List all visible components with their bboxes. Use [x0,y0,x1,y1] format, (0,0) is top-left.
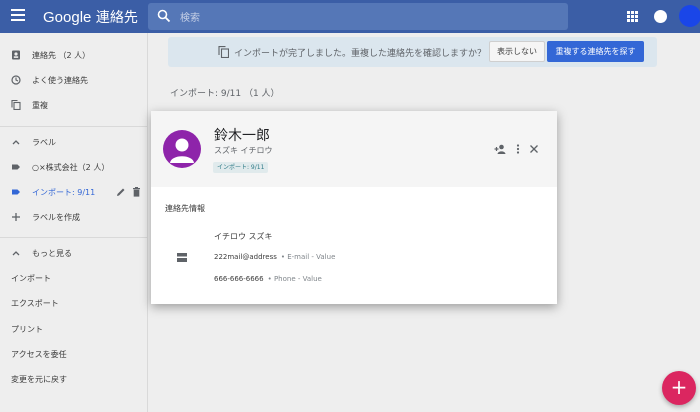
contact-phone-row[interactable]: 666-666-6666 • Phone - Value [214,275,322,283]
notifications-icon[interactable] [654,10,667,23]
label-icon [12,189,20,195]
copy-icon [218,46,229,58]
sidebar-item-label: エクスポート [11,299,59,308]
sidebar-item-create-label[interactable]: ラベルを作成 [0,206,148,228]
sidebar-item-label-company[interactable]: ○×株式会社（2 人） [0,156,148,178]
contact-email-row[interactable]: 222mail@address • E-mail - Value [214,253,335,261]
sidebar-item-label: 変更を元に戻す [11,375,67,384]
contact-detail-card: 鈴木一郎 スズキ イチロウ インポート: 9/11 連絡先情報 イチロウ スズキ… [151,111,557,304]
top-app-bar: Google 連絡先 検索 [0,0,700,33]
copy-icon [11,100,21,110]
sidebar-item-label: インポート [11,274,51,283]
sidebar-item-duplicates[interactable]: 重複 [0,94,148,116]
contact-card-header: 鈴木一郎 スズキ イチロウ インポート: 9/11 [151,111,557,187]
info-card-icon [177,253,187,262]
contact-phone-type: • Phone - Value [267,275,322,283]
close-icon[interactable] [528,143,540,155]
sidebar-labels-header[interactable]: ラベル [0,131,148,153]
sidebar-item-label: よく使う連絡先 [32,76,88,85]
sidebar-more-header[interactable]: もっと見る [0,242,148,264]
sidebar-item-contacts[interactable]: 連絡先 （2 人） [0,44,148,66]
create-contact-fab[interactable]: + [662,371,696,405]
sidebar-item-label: 重複 [32,101,48,110]
chevron-up-icon [12,251,20,256]
person-icon [170,138,194,163]
sidebar-item-label: プリント [11,325,43,334]
sidebar-item-print[interactable]: プリント [0,318,148,340]
sidebar-item-label: ○×株式会社（2 人） [32,163,110,172]
sidebar-item-label: ラベルを作成 [32,213,80,222]
apps-grid-icon[interactable] [627,11,638,22]
sidebar-item-frequent[interactable]: よく使う連絡先 [0,69,148,91]
sidebar-divider [0,126,148,127]
contact-email-type: • E-mail - Value [280,253,336,261]
sidebar-section-label: ラベル [32,138,56,147]
sidebar-item-undo-changes[interactable]: 変更を元に戻す [0,368,148,390]
add-person-icon[interactable] [494,143,506,155]
account-avatar[interactable] [679,5,700,27]
menu-icon[interactable] [11,9,25,23]
contact-label-chip[interactable]: インポート: 9/11 [213,162,269,173]
contact-phone[interactable]: 666-666-6666 [214,275,264,283]
plus-icon [12,213,20,221]
sidebar-section-label: もっと見る [32,249,72,258]
dismiss-button[interactable]: 表示しない [489,41,545,62]
contact-email[interactable]: 222mail@address [214,253,277,261]
sidebar: 連絡先 （2 人） よく使う連絡先 重複 ラベル ○×株式会社（2 人） インポ… [0,33,148,412]
delete-icon[interactable] [132,187,141,197]
brand-google: Google [43,9,92,26]
contact-name: 鈴木一郎 [214,128,270,144]
label-icon [12,164,20,170]
sidebar-item-label: 連絡先 （2 人） [32,51,91,60]
edit-icon[interactable] [116,187,126,197]
sidebar-item-import[interactable]: インポート [0,267,148,289]
banner-message: インポートが完了しました。重複した連絡先を確認しますか？ [234,49,487,59]
contacts-icon [12,50,20,60]
sidebar-item-delegate[interactable]: アクセスを委任 [0,343,148,365]
search-input[interactable]: 検索 [180,9,200,24]
search-icon [157,9,171,23]
contact-phonetic-name: スズキ イチロウ [214,146,273,155]
sidebar-item-label: アクセスを委任 [11,350,67,359]
import-complete-banner: インポートが完了しました。重複した連絡先を確認しますか？ 表示しない 重複する連… [168,37,657,67]
sidebar-divider [0,237,148,238]
brand-product: 連絡先 [95,10,138,26]
app-brand[interactable]: Google 連絡先 [43,7,138,27]
search-box[interactable]: 検索 [148,3,568,30]
chevron-up-icon [12,140,20,145]
contact-reading: イチロウ スズキ [214,232,273,241]
contact-avatar [163,130,201,168]
more-vert-icon[interactable] [512,143,524,155]
group-title: インポート: 9/11 （1 人） [170,89,280,99]
history-icon [11,75,21,85]
sidebar-item-label: インポート: 9/11 [32,188,96,197]
sidebar-item-export[interactable]: エクスポート [0,292,148,314]
find-duplicates-button[interactable]: 重複する連絡先を探す [547,41,644,62]
sidebar-item-label-import[interactable]: インポート: 9/11 [0,181,148,203]
contact-info-section-title: 連絡先情報 [165,204,205,213]
